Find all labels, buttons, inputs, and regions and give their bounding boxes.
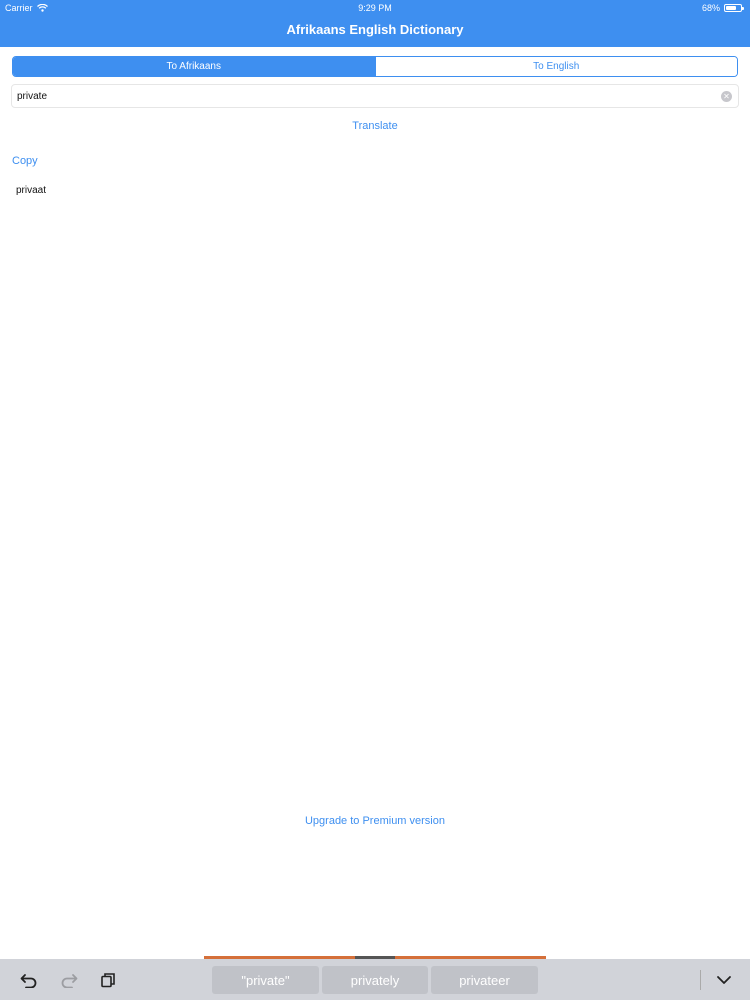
dismiss-keyboard-icon[interactable] xyxy=(713,969,735,991)
battery-status: 68% xyxy=(701,3,744,13)
paste-icon[interactable] xyxy=(97,969,119,991)
app-header: Carrier 9:29 PM 68% Afrikaans English Di… xyxy=(0,0,750,47)
keyboard-divider xyxy=(700,970,701,990)
keyboard-shortcut-bar: "private" privately privateer xyxy=(0,959,750,1000)
undo-icon[interactable] xyxy=(18,969,40,991)
direction-segmented-control: To Afrikaans To English xyxy=(12,56,738,77)
page-title: Afrikaans English Dictionary xyxy=(286,22,464,37)
status-bar: Carrier 9:29 PM 68% xyxy=(0,0,750,16)
tab-to-english[interactable]: To English xyxy=(374,57,737,76)
battery-icon xyxy=(724,4,744,12)
search-box: ✕ xyxy=(11,84,739,108)
clear-icon[interactable]: ✕ xyxy=(721,91,732,102)
suggestion-item[interactable]: privately xyxy=(322,966,428,994)
search-input[interactable] xyxy=(17,88,707,104)
status-time: 9:29 PM xyxy=(358,3,392,13)
suggestion-item[interactable]: privateer xyxy=(431,966,538,994)
redo-icon[interactable] xyxy=(58,969,80,991)
upgrade-premium-link[interactable]: Upgrade to Premium version xyxy=(0,815,750,827)
tab-to-afrikaans[interactable]: To Afrikaans xyxy=(13,57,375,76)
translate-button[interactable]: Translate xyxy=(0,120,750,132)
translation-result: privaat xyxy=(16,185,47,196)
battery-level xyxy=(726,6,736,10)
copy-button[interactable]: Copy xyxy=(12,155,38,167)
suggestion-item[interactable]: "private" xyxy=(212,966,319,994)
battery-percent: 68% xyxy=(701,3,720,13)
